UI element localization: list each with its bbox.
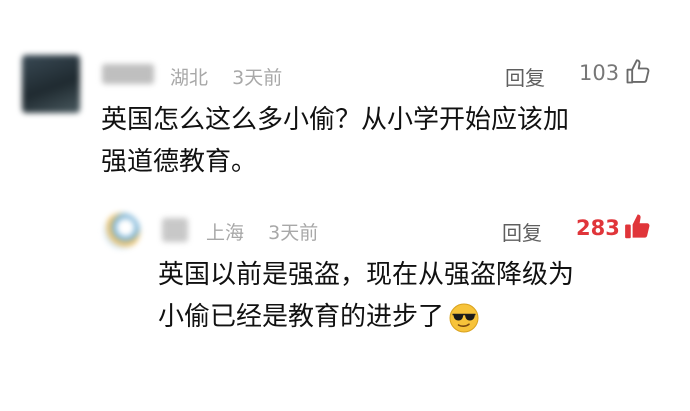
sunglasses-emoji-icon xyxy=(449,303,479,332)
like-count: 103 xyxy=(579,61,620,85)
username-blurred[interactable] xyxy=(102,64,154,84)
reply-text-line: 小偷已经是教育的进步了 xyxy=(158,296,628,338)
comment-text-line: 英国怎么这么多小偷？从小学开始应该加 xyxy=(101,105,570,135)
reply-text-line-content: 小偷已经是教育的进步了 xyxy=(158,302,445,332)
location-label: 上海 xyxy=(206,222,245,244)
time-label: 3天前 xyxy=(268,222,319,244)
comment-text: 英国怎么这么多小偷？从小学开始应该加 强道德教育。 xyxy=(101,99,661,183)
like-count: 283 xyxy=(576,216,620,240)
reply-meta: 上海 3天前 xyxy=(206,218,318,245)
avatar[interactable] xyxy=(104,213,140,249)
username-blurred[interactable] xyxy=(162,218,188,242)
time-label: 3天前 xyxy=(232,67,283,89)
avatar[interactable] xyxy=(22,55,80,113)
reply-button[interactable]: 回复 xyxy=(502,217,542,246)
location-label: 湖北 xyxy=(170,67,209,89)
thumbs-up-outline-icon[interactable] xyxy=(624,58,652,86)
comment-meta: 湖北 3天前 xyxy=(170,63,282,90)
reply-text-line: 英国以前是强盗，现在从强盗降级为 xyxy=(158,260,575,290)
reply-text: 英国以前是强盗，现在从强盗降级为 小偷已经是教育的进步了 xyxy=(158,254,628,338)
reply-button[interactable]: 回复 xyxy=(505,62,545,91)
thumbs-up-filled-icon[interactable] xyxy=(622,212,652,242)
comment-text-line: 强道德教育。 xyxy=(101,147,258,177)
